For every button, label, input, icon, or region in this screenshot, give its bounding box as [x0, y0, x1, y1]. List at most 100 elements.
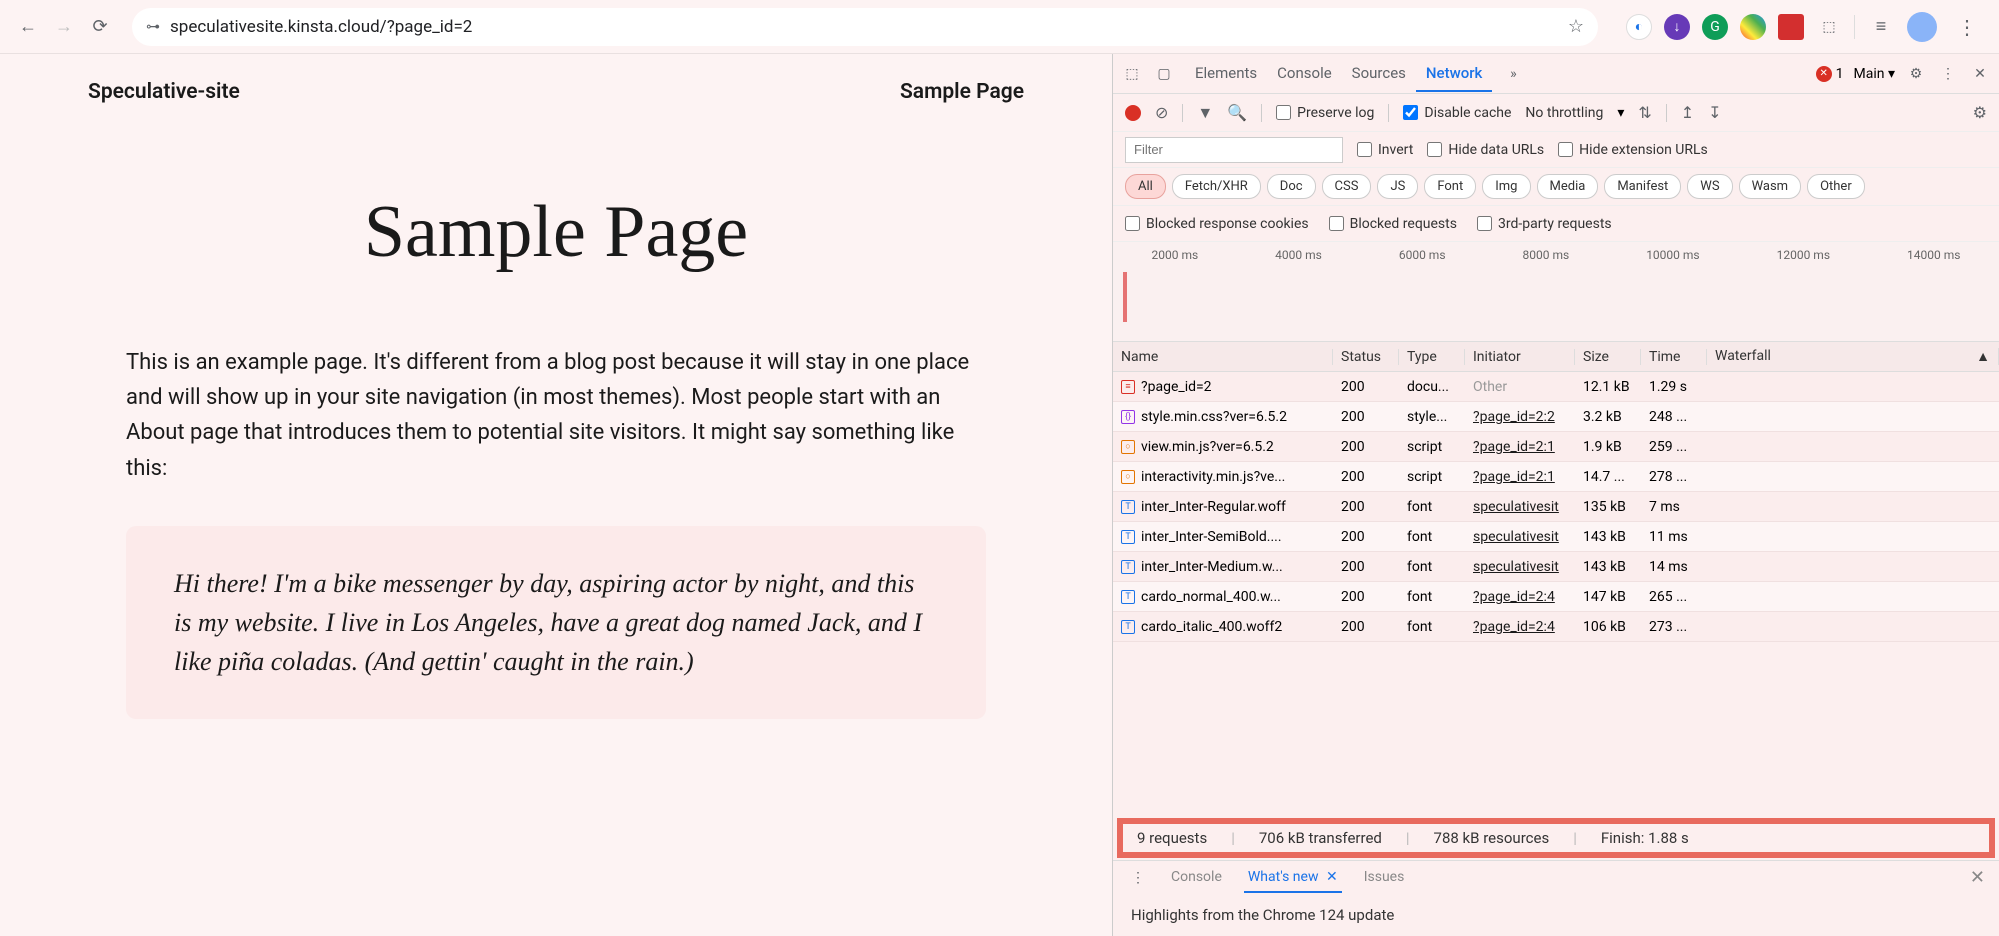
network-row[interactable]: Tcardo_normal_400.w...200font?page_id=2:…: [1113, 582, 1999, 612]
devtools-menu-icon[interactable]: ⋮: [1937, 63, 1959, 85]
extension-icon[interactable]: [1778, 14, 1804, 40]
upload-har-icon[interactable]: ↥: [1681, 103, 1694, 122]
bookmark-icon[interactable]: ☆: [1568, 16, 1584, 37]
cell-initiator[interactable]: speculativesit: [1465, 559, 1575, 575]
download-har-icon[interactable]: ↧: [1708, 103, 1721, 122]
cell-status: 200: [1333, 589, 1399, 605]
throttling-select[interactable]: No throttling: [1525, 105, 1603, 121]
url-bar[interactable]: ⊶ speculativesite.kinsta.cloud/?page_id=…: [132, 8, 1598, 46]
type-filter-fetch-xhr[interactable]: Fetch/XHR: [1172, 174, 1261, 199]
cell-initiator[interactable]: ?page_id=2:4: [1465, 619, 1575, 635]
font-file-icon: T: [1121, 530, 1135, 544]
cell-initiator[interactable]: Other: [1465, 379, 1575, 395]
extension-icon[interactable]: ↓: [1664, 14, 1690, 40]
hide-extension-urls-checkbox[interactable]: Hide extension URLs: [1558, 142, 1708, 158]
network-row[interactable]: ○view.min.js?ver=6.5.2200script?page_id=…: [1113, 432, 1999, 462]
device-toggle-icon[interactable]: ▢: [1153, 63, 1175, 85]
devtools-tab-bar: ⬚ ▢ ElementsConsoleSourcesNetwork » ✕ 1 …: [1113, 54, 1999, 94]
network-settings-icon[interactable]: ⚙: [1973, 103, 1987, 122]
column-header-type[interactable]: Type: [1399, 349, 1465, 365]
reading-list-icon[interactable]: ≡: [1867, 13, 1895, 41]
network-conditions-icon[interactable]: ⇅: [1638, 103, 1651, 122]
cell-initiator[interactable]: ?page_id=2:2: [1465, 409, 1575, 425]
timeline-overview[interactable]: 2000 ms4000 ms6000 ms8000 ms10000 ms1200…: [1113, 242, 1999, 342]
error-badge[interactable]: ✕ 1: [1816, 66, 1844, 82]
network-row[interactable]: ≡?page_id=2200docu...Other12.1 kB1.29 s: [1113, 372, 1999, 402]
profile-avatar[interactable]: [1907, 12, 1937, 42]
close-devtools-icon[interactable]: ✕: [1969, 63, 1991, 85]
extension-icon[interactable]: ◐: [1626, 14, 1652, 40]
type-filter-wasm[interactable]: Wasm: [1739, 174, 1802, 199]
clear-icon[interactable]: ⊘: [1155, 103, 1168, 122]
filter-icon[interactable]: ▼: [1197, 103, 1213, 123]
network-row[interactable]: {}style.min.css?ver=6.5.2200style...?pag…: [1113, 402, 1999, 432]
network-row[interactable]: Tinter_Inter-Medium.w...200fontspeculati…: [1113, 552, 1999, 582]
chrome-menu-icon[interactable]: ⋮: [1949, 15, 1985, 39]
network-row[interactable]: Tinter_Inter-Regular.woff200fontspeculat…: [1113, 492, 1999, 522]
third-party-checkbox[interactable]: 3rd-party requests: [1477, 216, 1612, 232]
site-title[interactable]: Speculative-site: [88, 80, 240, 104]
column-header-waterfall[interactable]: Waterfall ▲: [1707, 348, 1999, 365]
devtools-tab-sources[interactable]: Sources: [1342, 56, 1416, 92]
cell-initiator[interactable]: speculativesit: [1465, 529, 1575, 545]
forward-button[interactable]: →: [50, 13, 78, 41]
blocked-cookies-checkbox[interactable]: Blocked response cookies: [1125, 216, 1309, 232]
page-intro-paragraph: This is an example page. It's different …: [126, 345, 986, 486]
cell-initiator[interactable]: ?page_id=2:1: [1465, 439, 1575, 455]
site-info-icon[interactable]: ⊶: [146, 19, 160, 35]
column-header-size[interactable]: Size: [1575, 349, 1641, 365]
cell-size: 1.9 kB: [1575, 439, 1641, 455]
extensions-puzzle-icon[interactable]: ⬚: [1816, 14, 1842, 40]
column-header-status[interactable]: Status: [1333, 349, 1399, 365]
network-row[interactable]: Tinter_Inter-SemiBold....200fontspeculat…: [1113, 522, 1999, 552]
cell-initiator[interactable]: ?page_id=2:1: [1465, 469, 1575, 485]
inspect-icon[interactable]: ⬚: [1121, 63, 1143, 85]
drawer-menu-icon[interactable]: ⋮: [1127, 867, 1149, 889]
type-filter-other[interactable]: Other: [1807, 174, 1865, 199]
devtools-tab-elements[interactable]: Elements: [1185, 56, 1267, 92]
reload-button[interactable]: ⟳: [86, 13, 114, 41]
hide-data-urls-checkbox[interactable]: Hide data URLs: [1427, 142, 1544, 158]
preserve-log-checkbox[interactable]: Preserve log: [1276, 105, 1374, 121]
record-button[interactable]: [1125, 105, 1141, 121]
cell-initiator[interactable]: speculativesit: [1465, 499, 1575, 515]
extension-icon[interactable]: [1740, 14, 1766, 40]
cell-time: 273 ...: [1641, 619, 1707, 635]
cell-status: 200: [1333, 619, 1399, 635]
type-filter-all[interactable]: All: [1125, 174, 1166, 199]
extension-icon[interactable]: G: [1702, 14, 1728, 40]
close-drawer-icon[interactable]: ✕: [1970, 867, 1985, 888]
network-row[interactable]: ○interactivity.min.js?ve...200script?pag…: [1113, 462, 1999, 492]
timeline-tick: 8000 ms: [1523, 248, 1570, 262]
type-filter-font[interactable]: Font: [1424, 174, 1476, 199]
drawer-tab-issues[interactable]: Issues: [1360, 863, 1409, 893]
cell-initiator[interactable]: ?page_id=2:4: [1465, 589, 1575, 605]
type-filter-css[interactable]: CSS: [1322, 174, 1372, 199]
invert-checkbox[interactable]: Invert: [1357, 142, 1413, 158]
column-header-time[interactable]: Time: [1641, 349, 1707, 365]
nav-link-sample-page[interactable]: Sample Page: [900, 80, 1024, 104]
filter-input[interactable]: [1125, 137, 1343, 163]
type-filter-js[interactable]: JS: [1377, 174, 1418, 199]
devtools-tab-network[interactable]: Network: [1416, 56, 1492, 92]
devtools-panel: ⬚ ▢ ElementsConsoleSourcesNetwork » ✕ 1 …: [1112, 54, 1999, 936]
devtools-tab-console[interactable]: Console: [1267, 56, 1342, 92]
drawer-tab-what-s-new[interactable]: What's new ✕: [1244, 863, 1342, 893]
target-dropdown[interactable]: Main ▾: [1854, 66, 1895, 82]
more-tabs-icon[interactable]: »: [1502, 63, 1524, 85]
column-header-name[interactable]: Name: [1113, 349, 1333, 365]
type-filter-media[interactable]: Media: [1537, 174, 1599, 199]
blocked-requests-checkbox[interactable]: Blocked requests: [1329, 216, 1457, 232]
search-icon[interactable]: 🔍: [1227, 103, 1247, 122]
cell-size: 143 kB: [1575, 559, 1641, 575]
drawer-tab-console[interactable]: Console: [1167, 863, 1226, 893]
settings-gear-icon[interactable]: ⚙: [1905, 63, 1927, 85]
disable-cache-checkbox[interactable]: Disable cache: [1403, 105, 1511, 121]
column-header-initiator[interactable]: Initiator: [1465, 349, 1575, 365]
type-filter-manifest[interactable]: Manifest: [1604, 174, 1681, 199]
type-filter-ws[interactable]: WS: [1687, 174, 1732, 199]
type-filter-doc[interactable]: Doc: [1267, 174, 1316, 199]
network-row[interactable]: Tcardo_italic_400.woff2200font?page_id=2…: [1113, 612, 1999, 642]
type-filter-img[interactable]: Img: [1482, 174, 1530, 199]
back-button[interactable]: ←: [14, 13, 42, 41]
